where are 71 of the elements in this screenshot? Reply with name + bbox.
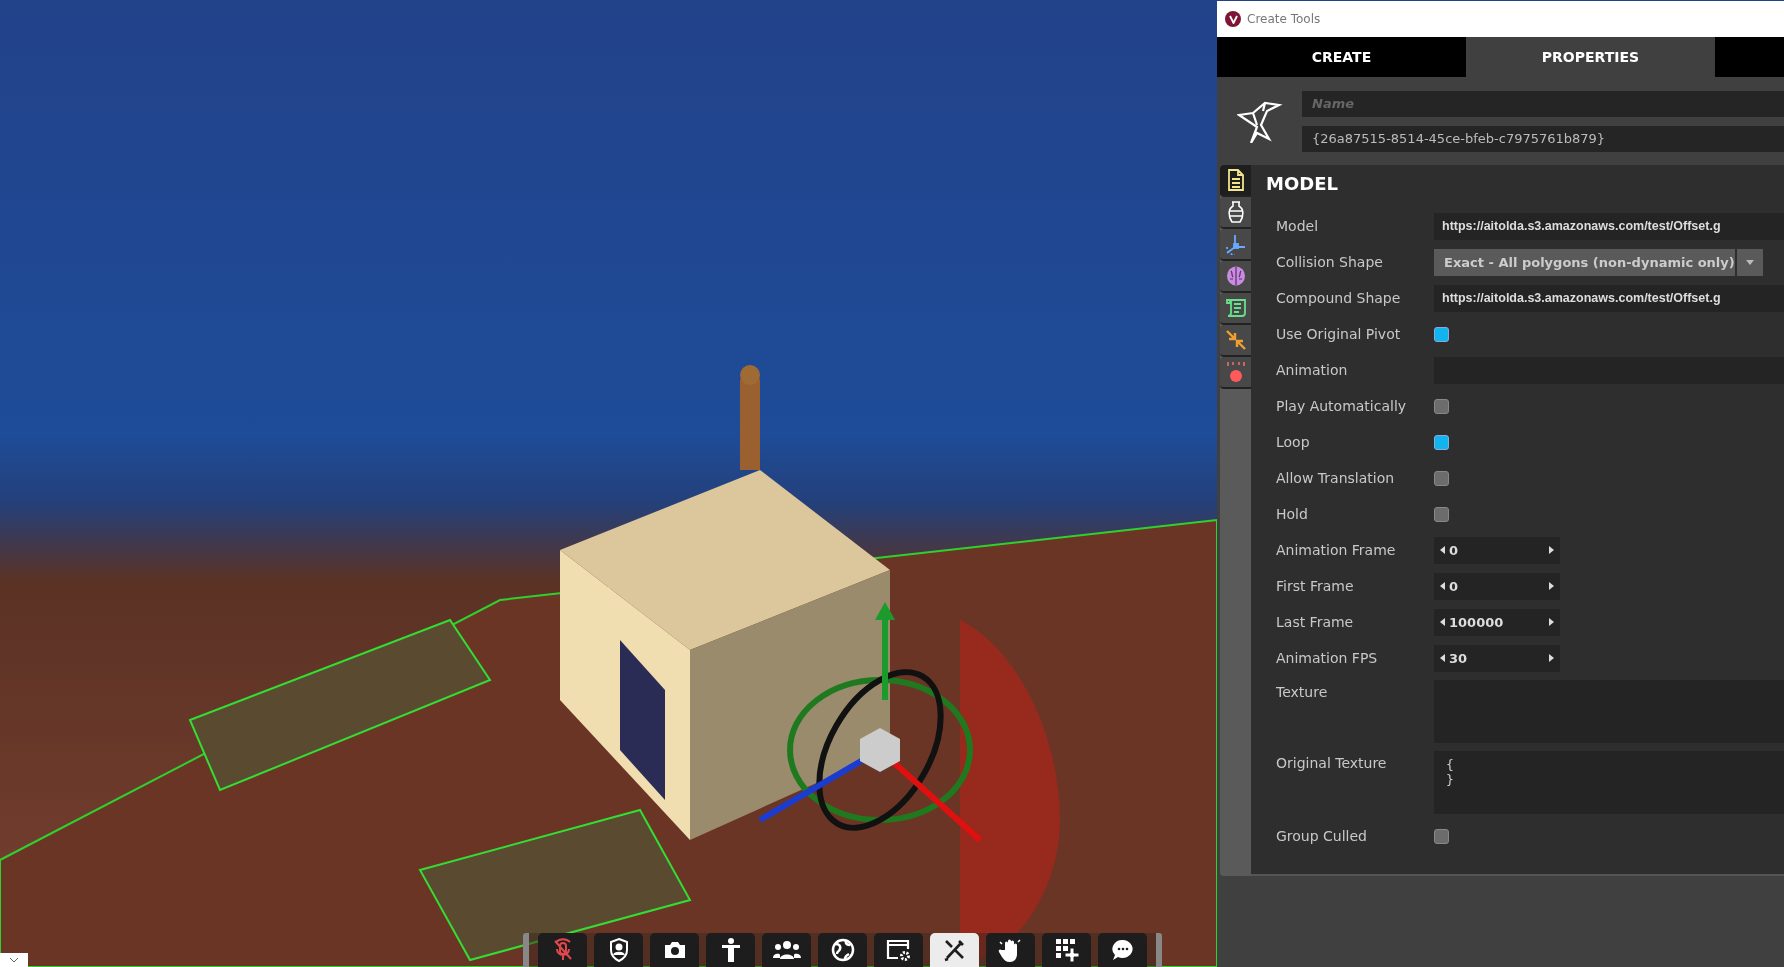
- toolbar-button[interactable]: [1098, 933, 1147, 967]
- window-gear-icon: [885, 938, 912, 962]
- text-field[interactable]: https://aitolda.s3.amazonaws.com/test/Offset.g: [1434, 284, 1784, 312]
- property-label: Compound Shape: [1276, 290, 1402, 306]
- number-spinner[interactable]: 30: [1434, 644, 1560, 672]
- text-field[interactable]: https://aitolda.s3.amazonaws.com/test/Offset.g: [1434, 212, 1784, 240]
- waving-hand-icon: [997, 937, 1024, 963]
- checkbox[interactable]: [1434, 506, 1449, 522]
- globe-icon: [830, 938, 855, 962]
- name-field[interactable]: Name: [1302, 90, 1784, 117]
- bird-logo-icon: [1236, 99, 1283, 143]
- shield-person-icon: [607, 937, 630, 963]
- dropdown[interactable]: Exact - All polygons (non-dynamic only): [1434, 248, 1735, 276]
- toolbar-button[interactable]: [706, 933, 755, 967]
- person-icon: [719, 937, 742, 963]
- checkbox[interactable]: [1434, 434, 1449, 450]
- property-label: Hold: [1276, 506, 1309, 522]
- falling-apple-icon: [1224, 361, 1247, 383]
- text-area[interactable]: { }: [1434, 751, 1784, 814]
- axes-icon: [1224, 233, 1247, 255]
- dropdown-caret-icon[interactable]: [1736, 248, 1763, 276]
- toolbar-button[interactable]: [930, 933, 979, 967]
- property-label: Texture: [1276, 684, 1329, 700]
- toolbar-button[interactable]: [874, 933, 923, 967]
- side-tab[interactable]: [1220, 197, 1251, 229]
- people-icon: [772, 939, 801, 961]
- camera-icon: [662, 940, 687, 960]
- toolbar-button[interactable]: [986, 933, 1035, 967]
- toolbar-button[interactable]: [762, 933, 811, 967]
- checkbox[interactable]: [1434, 470, 1449, 486]
- property-label: Original Texture: [1276, 755, 1388, 771]
- property-label: Group Culled: [1276, 828, 1368, 844]
- property-label: Play Automatically: [1276, 398, 1408, 414]
- property-label: Animation FPS: [1276, 650, 1379, 666]
- window-title: Create Tools: [1247, 12, 1321, 26]
- property-label: Animation Frame: [1276, 542, 1397, 558]
- side-tab[interactable]: [1220, 325, 1251, 357]
- property-label: Animation: [1276, 362, 1349, 378]
- brain-icon: [1224, 265, 1247, 287]
- property-label: Last Frame: [1276, 614, 1355, 630]
- toolbar-button[interactable]: [818, 933, 867, 967]
- app-logo-icon: [1225, 11, 1241, 27]
- property-label: Use Original Pivot: [1276, 326, 1402, 342]
- property-label: Model: [1276, 218, 1320, 234]
- checkbox[interactable]: [1434, 398, 1449, 414]
- number-spinner[interactable]: 0: [1434, 572, 1560, 600]
- section-title: MODEL: [1266, 173, 1339, 194]
- side-tab[interactable]: [1220, 293, 1251, 325]
- toolbar-button[interactable]: [650, 933, 699, 967]
- side-tab[interactable]: [1220, 165, 1251, 197]
- entity-id-field[interactable]: {26a87515-8514-45ce-bfeb-c7975761b879}: [1302, 125, 1784, 152]
- number-spinner[interactable]: 0: [1434, 536, 1560, 564]
- property-label: Allow Translation: [1276, 470, 1396, 486]
- tab[interactable]: PROPERTIES: [1466, 37, 1715, 77]
- toolbar-button[interactable]: [1042, 933, 1091, 967]
- vase-icon: [1226, 201, 1245, 223]
- property-label: Collision Shape: [1276, 254, 1384, 270]
- document-icon: [1226, 169, 1245, 191]
- muted-microphone-icon: [551, 938, 574, 962]
- property-label: Loop: [1276, 434, 1311, 450]
- grid-plus-icon: [1053, 937, 1080, 963]
- side-tab[interactable]: [1220, 261, 1251, 293]
- scroll-icon: [1224, 298, 1247, 318]
- number-spinner[interactable]: 100000: [1434, 608, 1560, 636]
- toolbar-button[interactable]: [594, 933, 643, 967]
- checkbox[interactable]: [1434, 326, 1449, 342]
- inward-arrows-icon: [1224, 329, 1247, 351]
- chat-bubble-icon: [1110, 938, 1135, 962]
- checkbox[interactable]: [1434, 828, 1449, 844]
- side-tab[interactable]: [1220, 229, 1251, 261]
- property-label: First Frame: [1276, 578, 1355, 594]
